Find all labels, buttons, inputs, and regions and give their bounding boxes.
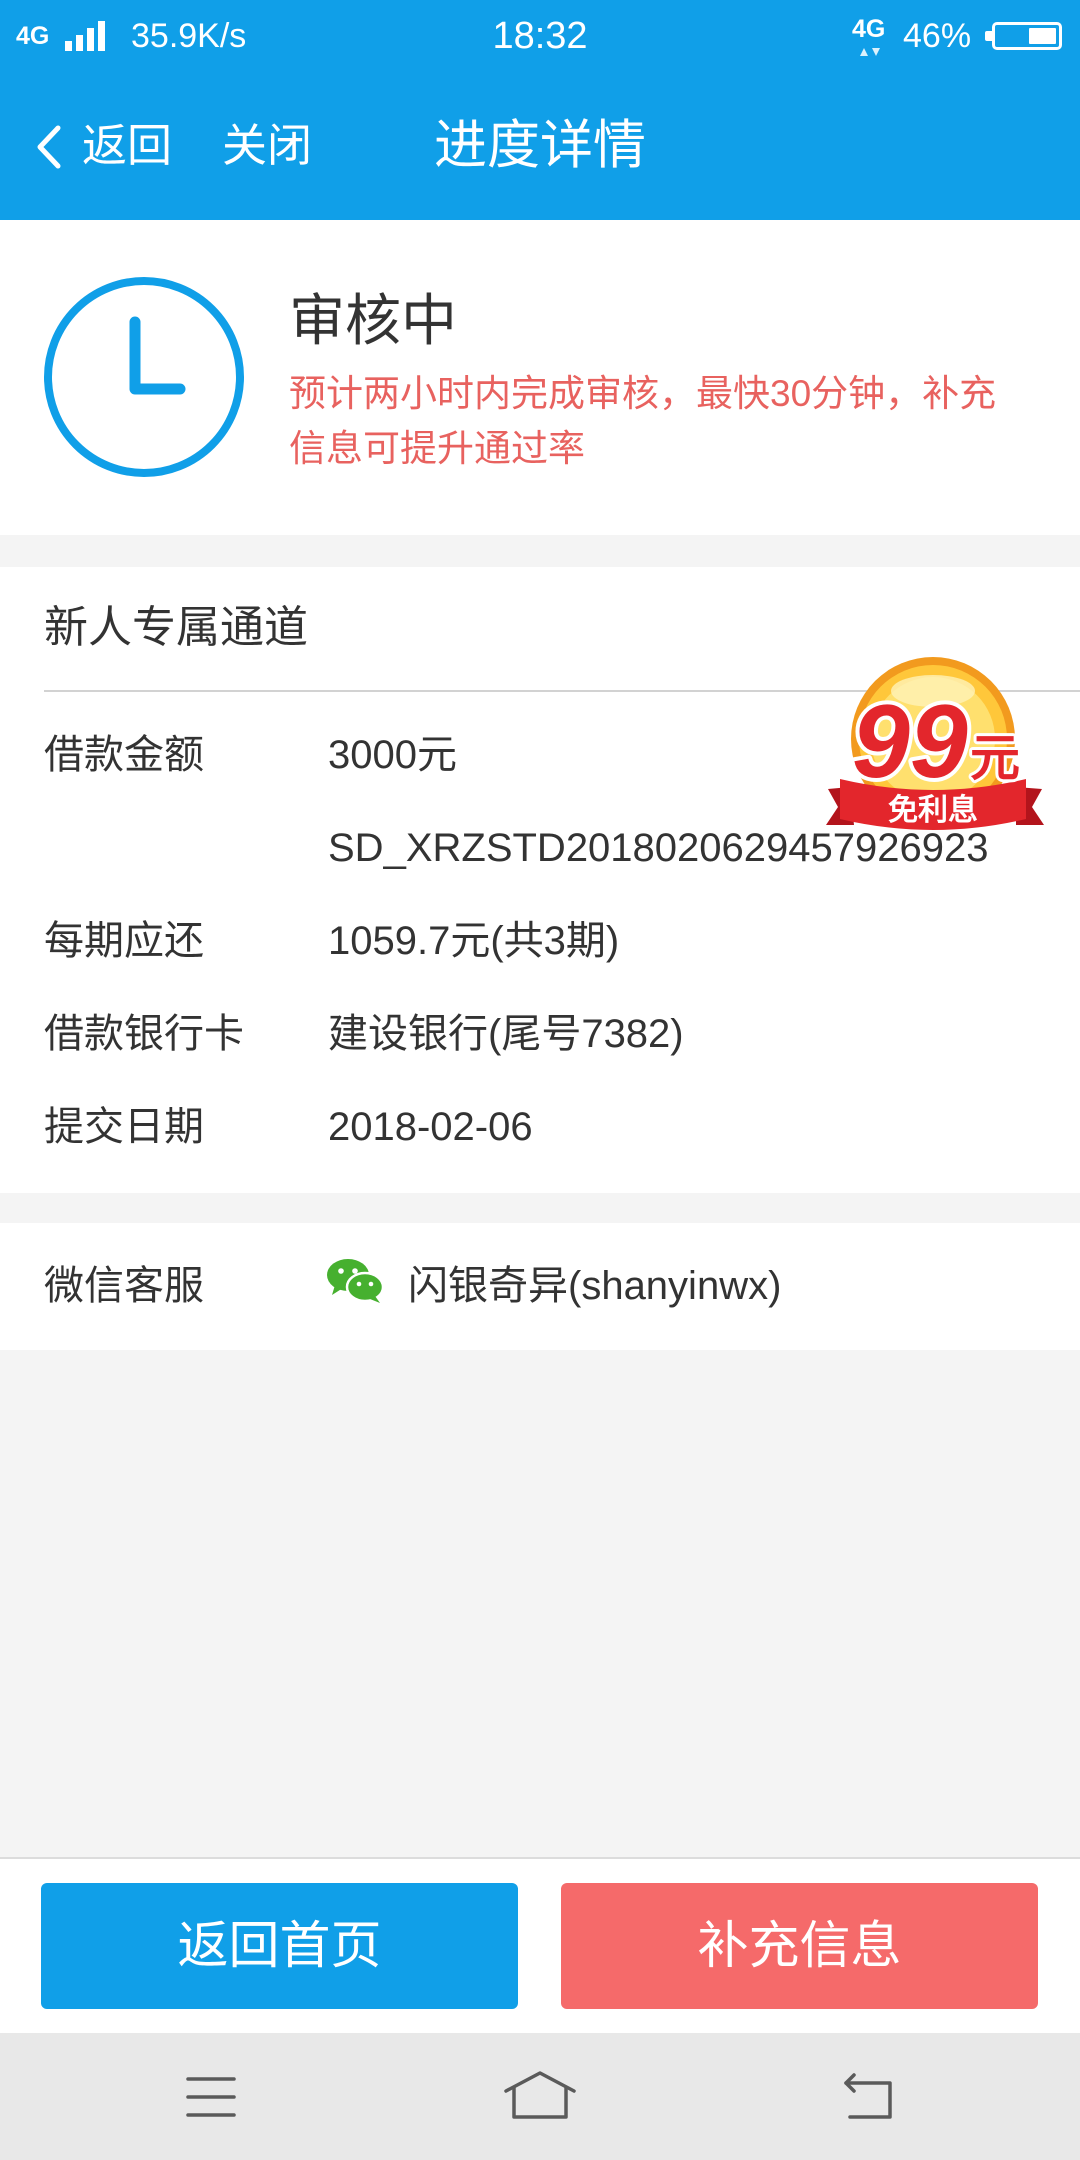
clock-time: 18:32 bbox=[492, 15, 588, 57]
menu-icon[interactable] bbox=[186, 2071, 236, 2123]
detail-row-submit-date: 提交日期 2018-02-06 bbox=[0, 1081, 1080, 1174]
status-bar: 4G 35.9K/s 18:32 4G 46% bbox=[0, 0, 1080, 72]
submit-date-value: 2018-02-06 bbox=[328, 1105, 533, 1149]
system-navigation-bar bbox=[0, 2033, 1080, 2160]
review-status-title: 审核中 bbox=[289, 289, 457, 352]
interest-free-badge: 99 元 免利息 bbox=[826, 657, 1044, 830]
detail-row-installment: 每期应还 1059.7元(共3期) bbox=[0, 895, 1080, 988]
battery-level-fill bbox=[1029, 28, 1056, 44]
badge-unit: 元 bbox=[970, 730, 1020, 786]
support-label: 微信客服 bbox=[44, 1264, 204, 1308]
chevron-left-icon bbox=[37, 125, 61, 169]
navigation-bar: 返回 关闭 进度详情 bbox=[0, 72, 1080, 220]
battery-percentage: 46% bbox=[903, 17, 972, 55]
network-speed: 35.9K/s bbox=[131, 17, 247, 55]
back-button[interactable]: 返回 bbox=[20, 72, 185, 220]
badge-number: 99 bbox=[852, 684, 968, 800]
badge-ribbon-text: 免利息 bbox=[888, 793, 978, 827]
back-button-label: 返回 bbox=[82, 120, 173, 171]
wechat-account[interactable]: 闪银奇异(shanyinwx) bbox=[408, 1223, 781, 1350]
loan-details-card: 新人专属通道 借款金额 3000元 SD_XRZSTD2018020629457… bbox=[0, 567, 1080, 1193]
channel-title: 新人专属通道 bbox=[44, 603, 308, 652]
review-status-card: 审核中 预计两小时内完成审核，最快30分钟，补充信息可提升通过率 bbox=[0, 220, 1080, 535]
detail-row-bank-card: 借款银行卡 建设银行(尾号7382) bbox=[0, 988, 1080, 1081]
supplement-info-button[interactable]: 补充信息 bbox=[561, 1883, 1038, 2009]
bank-card-value: 建设银行(尾号7382) bbox=[328, 1012, 684, 1056]
installment-label: 每期应还 bbox=[44, 919, 204, 963]
battery-icon bbox=[985, 22, 1062, 50]
battery-terminal bbox=[985, 31, 992, 41]
signal-strength-icon bbox=[65, 21, 105, 51]
close-button[interactable]: 关闭 bbox=[222, 72, 312, 220]
network-type-label: 4G bbox=[16, 22, 50, 50]
loan-amount-value: 3000元 bbox=[328, 733, 457, 777]
mobile-data-label: 4G bbox=[852, 15, 886, 43]
submit-date-label: 提交日期 bbox=[44, 1105, 204, 1149]
bank-card-label: 借款银行卡 bbox=[44, 1012, 244, 1056]
clock-icon bbox=[44, 277, 244, 477]
wechat-support-row: 微信客服 闪银奇异(shanyinwx) bbox=[0, 1223, 1080, 1350]
header-bar: 4G 35.9K/s 18:32 4G 46% 返回 关闭 进度详情 bbox=[0, 0, 1080, 220]
back-icon[interactable] bbox=[840, 2071, 898, 2123]
page-title: 进度详情 bbox=[434, 116, 646, 175]
battery-body bbox=[992, 22, 1062, 50]
review-status-message: 预计两小时内完成审核，最快30分钟，补充信息可提升通过率 bbox=[289, 373, 997, 469]
action-bar: 返回首页 补充信息 bbox=[0, 1857, 1080, 2033]
data-activity-icon bbox=[860, 48, 880, 56]
loan-amount-label: 借款金额 bbox=[44, 733, 204, 777]
back-to-home-button[interactable]: 返回首页 bbox=[41, 1883, 518, 2009]
installment-value: 1059.7元(共3期) bbox=[328, 919, 620, 963]
wechat-icon bbox=[327, 1259, 384, 1303]
home-icon[interactable] bbox=[503, 2069, 577, 2121]
